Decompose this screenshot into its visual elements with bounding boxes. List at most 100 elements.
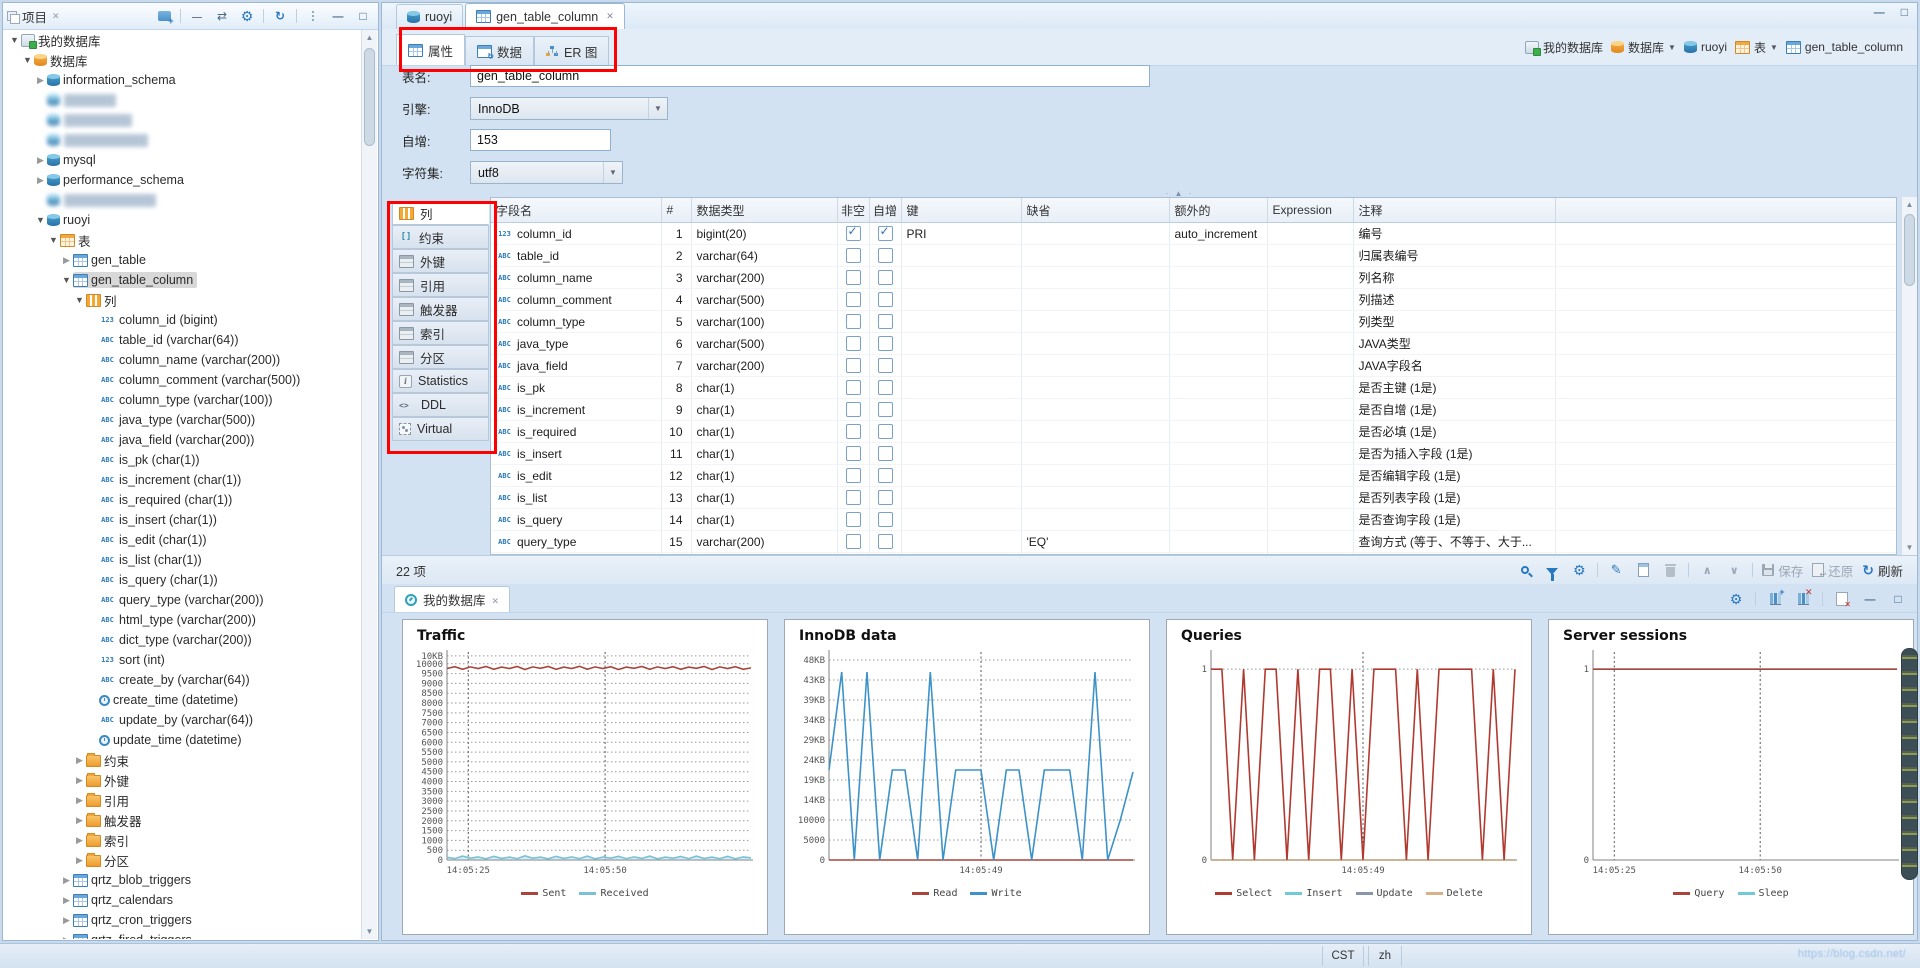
chevron-down-icon[interactable]: ▼	[21, 55, 34, 65]
cell-notnull[interactable]	[837, 487, 869, 509]
grid-header-自增[interactable]: 自增	[869, 198, 901, 223]
chevron-right-icon[interactable]: ▶	[34, 175, 47, 186]
cell-expression[interactable]	[1267, 223, 1353, 245]
cell-autoincrement[interactable]	[869, 531, 901, 553]
cell-key[interactable]	[901, 245, 1021, 267]
sync-button[interactable]	[271, 7, 289, 25]
cell-default[interactable]	[1021, 289, 1169, 311]
tree-item-redacted[interactable]	[4, 130, 362, 150]
cell-notnull[interactable]	[837, 333, 869, 355]
tree-item-update_time[interactable]: update_time (datetime)	[4, 730, 362, 750]
tree-item-performance_schema[interactable]: ▶performance_schema	[4, 170, 362, 190]
cell-ordinal[interactable]: 3	[661, 267, 691, 289]
cell-datatype[interactable]: varchar(200)	[691, 531, 837, 553]
chevron-right-icon[interactable]: ▶	[73, 755, 86, 766]
chevron-down-icon[interactable]: ▼	[1770, 43, 1778, 52]
checkbox-unchecked[interactable]	[878, 292, 893, 307]
cell-key[interactable]	[901, 509, 1021, 531]
table-name-input[interactable]: gen_table_column	[470, 65, 1150, 87]
auto-increment-input[interactable]: 153	[470, 129, 611, 151]
cell-key[interactable]	[901, 355, 1021, 377]
side-tab-约束[interactable]: []约束	[392, 225, 489, 249]
chevron-right-icon[interactable]: ▶	[60, 915, 73, 926]
side-tab-DDL[interactable]: <>DDL	[392, 393, 489, 417]
checkbox-unchecked[interactable]	[878, 314, 893, 329]
checkbox-unchecked[interactable]	[846, 380, 861, 395]
breadcrumb-item-gen_table_column[interactable]: gen_table_column	[1786, 40, 1903, 54]
checkbox-checked[interactable]	[846, 226, 861, 241]
cell-autoincrement[interactable]	[869, 377, 901, 399]
cell-default[interactable]	[1021, 311, 1169, 333]
cell-ordinal[interactable]: 1	[661, 223, 691, 245]
cell-default[interactable]	[1021, 355, 1169, 377]
side-tab-Virtual[interactable]: Virtual	[392, 417, 489, 441]
cell-expression[interactable]	[1267, 399, 1353, 421]
tree-item-column_id[interactable]: 123column_id (bigint)	[4, 310, 362, 330]
window-maximize-icon[interactable]	[1901, 4, 1908, 19]
cell-datatype[interactable]: varchar(64)	[691, 245, 837, 267]
maximize-button[interactable]	[1889, 590, 1907, 608]
cell-ordinal[interactable]: 14	[661, 509, 691, 531]
cell-notnull[interactable]	[837, 289, 869, 311]
gear-button[interactable]	[1570, 561, 1588, 579]
cell-ordinal[interactable]: 9	[661, 399, 691, 421]
cell-notnull[interactable]	[837, 509, 869, 531]
cell-key[interactable]	[901, 377, 1021, 399]
grid-scrollbar[interactable]: ▲ ▼	[1901, 197, 1917, 555]
cell-name[interactable]: ABCjava_type	[491, 333, 661, 355]
cell-datatype[interactable]: char(1)	[691, 443, 837, 465]
chevron-right-icon[interactable]: ▶	[60, 255, 73, 266]
checkbox-unchecked[interactable]	[846, 402, 861, 417]
cell-name[interactable]: ABCquery_type	[491, 531, 661, 553]
checkbox-checked[interactable]	[878, 226, 893, 241]
cell-comment[interactable]: 是否必填 (1是)	[1353, 421, 1555, 443]
cell-name[interactable]: ABCcolumn_type	[491, 311, 661, 333]
tree-item-索引[interactable]: ▶索引	[4, 830, 362, 850]
checkbox-unchecked[interactable]	[878, 358, 893, 373]
cell-expression[interactable]	[1267, 487, 1353, 509]
cell-comment[interactable]: 是否自增 (1是)	[1353, 399, 1555, 421]
tree-item-引用[interactable]: ▶引用	[4, 790, 362, 810]
save-button[interactable]: 保存	[1762, 561, 1803, 580]
tree-item-is_required[interactable]: ABCis_required (char(1))	[4, 490, 362, 510]
cell-extra[interactable]	[1169, 399, 1267, 421]
cell-datatype[interactable]: char(1)	[691, 399, 837, 421]
filter-button[interactable]	[1543, 561, 1561, 579]
cell-comment[interactable]: JAVA字段名	[1353, 355, 1555, 377]
cell-comment[interactable]: 编号	[1353, 223, 1555, 245]
chevron-right-icon[interactable]: ▶	[73, 835, 86, 846]
cell-notnull[interactable]	[837, 311, 869, 333]
cell-autoincrement[interactable]	[869, 465, 901, 487]
cell-autoincrement[interactable]	[869, 245, 901, 267]
cell-expression[interactable]	[1267, 377, 1353, 399]
settings-button[interactable]	[1727, 590, 1745, 608]
tree-item-表[interactable]: ▼表	[4, 230, 362, 250]
editor-tab-gen_table_column[interactable]: gen_table_column✕	[465, 3, 625, 29]
cell-expression[interactable]	[1267, 333, 1353, 355]
tree-item-java_type[interactable]: ABCjava_type (varchar(500))	[4, 410, 362, 430]
chevron-down-icon[interactable]: ▼	[34, 215, 47, 225]
cell-expression[interactable]	[1267, 509, 1353, 531]
cell-name[interactable]: ABCjava_field	[491, 355, 661, 377]
tree-item-分区[interactable]: ▶分区	[4, 850, 362, 870]
cell-expression[interactable]	[1267, 531, 1353, 553]
chevron-right-icon[interactable]: ▶	[73, 855, 86, 866]
tree-item-gen_table_column[interactable]: ▼gen_table_column	[4, 270, 362, 290]
tree-item-qrtz_blob_triggers[interactable]: ▶qrtz_blob_triggers	[4, 870, 362, 890]
doc-delete-button[interactable]	[1833, 590, 1851, 608]
breadcrumb-item-ruoyi[interactable]: ruoyi	[1684, 40, 1727, 54]
cell-default[interactable]	[1021, 223, 1169, 245]
cell-extra[interactable]	[1169, 487, 1267, 509]
cell-expression[interactable]	[1267, 289, 1353, 311]
tree-item-is_edit[interactable]: ABCis_edit (char(1))	[4, 530, 362, 550]
tree-item-qrtz_cron_triggers[interactable]: ▶qrtz_cron_triggers	[4, 910, 362, 930]
maximize-button[interactable]	[354, 7, 372, 25]
cell-notnull[interactable]	[837, 355, 869, 377]
cell-name[interactable]: ABCcolumn_comment	[491, 289, 661, 311]
cell-comment[interactable]: 列类型	[1353, 311, 1555, 333]
collapse-all-button[interactable]	[188, 7, 206, 25]
cell-datatype[interactable]: char(1)	[691, 377, 837, 399]
dashboard-tab[interactable]: 我的数据库	[394, 586, 510, 612]
chevron-down-icon[interactable]: ▼	[8, 35, 21, 45]
cell-datatype[interactable]: char(1)	[691, 465, 837, 487]
